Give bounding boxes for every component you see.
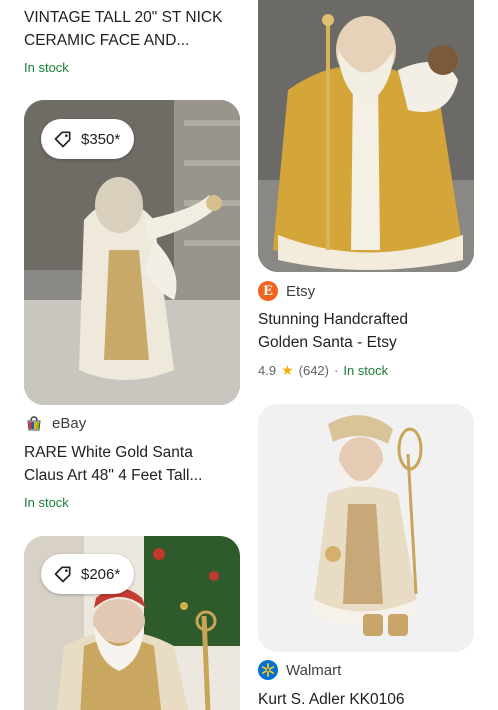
price-text: $206*: [81, 565, 121, 583]
product-title-item2[interactable]: RARE White Gold Santa Claus Art 48" 4 Fe…: [24, 441, 240, 487]
product-title-item4[interactable]: Stunning Handcrafted Golden Santa - Etsy: [258, 308, 474, 354]
santa-photo-golden-robe: [258, 0, 474, 272]
ebay-logo-icon: [24, 413, 44, 433]
product-title-item5[interactable]: Kurt S. Adler KK0106: [258, 688, 474, 710]
product-title-item1[interactable]: VINTAGE TALL 20" ST NICK CERAMIC FACE AN…: [24, 6, 240, 52]
source-walmart[interactable]: Walmart: [258, 660, 341, 680]
price-badge[interactable]: $206*: [41, 554, 135, 594]
rating-row: 4.9 ★ (642) · In stock: [258, 362, 388, 379]
review-count: (642): [298, 363, 329, 378]
star-icon: ★: [281, 362, 294, 378]
source-name: eBay: [52, 414, 87, 432]
price-badge[interactable]: $350*: [41, 119, 135, 159]
source-etsy[interactable]: E Etsy: [258, 281, 315, 301]
product-image-item4[interactable]: [258, 0, 474, 272]
stock-status: In stock: [343, 363, 389, 378]
price-text: $350*: [81, 130, 121, 148]
stock-status: In stock: [24, 60, 69, 75]
source-ebay[interactable]: eBay: [24, 413, 86, 433]
tag-icon: [54, 131, 71, 148]
separator: ·: [334, 363, 339, 378]
santa-photo-kurt-adler: [258, 404, 474, 652]
walmart-logo-icon: [258, 660, 278, 680]
tag-icon: [54, 566, 71, 583]
product-image-item5[interactable]: [258, 404, 474, 652]
stock-status: In stock: [24, 495, 69, 510]
etsy-logo-icon: E: [258, 281, 278, 301]
rating-value: 4.9: [258, 363, 277, 378]
source-name: Walmart: [286, 661, 342, 679]
source-name: Etsy: [286, 282, 316, 300]
